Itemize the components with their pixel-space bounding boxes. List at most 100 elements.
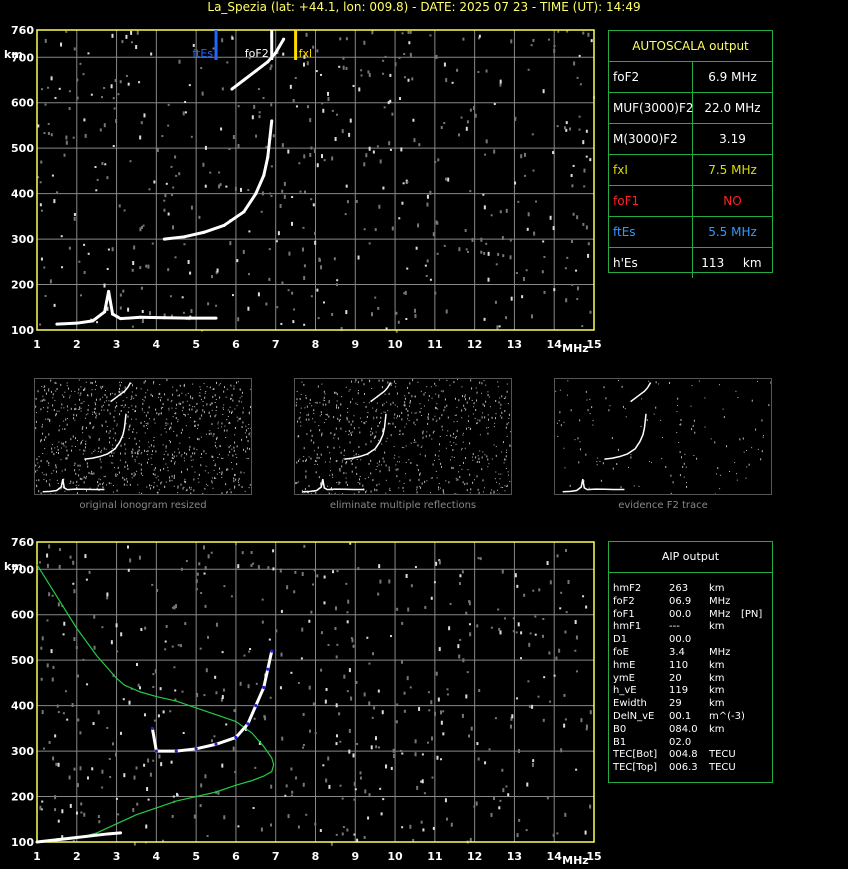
noise-dot [122,289,125,293]
noise-dot [316,463,318,465]
noise-dot [206,835,209,838]
noise-dot [73,464,75,466]
noise-dot [99,128,102,132]
noise-dot [134,410,136,412]
noise-dot [336,393,338,396]
noise-dot [373,706,376,710]
noise-dot [45,436,47,439]
autoscala-key: foF2 [609,62,693,92]
noise-dot [214,463,216,465]
noise-dot [388,423,390,425]
noise-dot [385,464,387,467]
noise-dot [312,418,314,420]
noise-dot [35,412,37,414]
noise-dot [90,381,92,384]
noise-dot [154,473,156,476]
noise-dot [683,476,685,478]
noise-dot [78,469,80,471]
noise-dot [227,415,229,417]
noise-dot [609,405,611,407]
noise-dot [165,424,167,426]
noise-dot [127,464,129,467]
noise-dot [462,441,464,443]
noise-dot [328,400,330,402]
noise-dot [292,98,295,102]
data-point [262,685,266,690]
noise-dot [407,78,410,82]
noise-dot [231,462,233,464]
aip-panel: AIP output hmF2 263 km foF2 06.9 MHz foF1 00.0 M… [608,541,773,783]
noise-dot [151,454,153,456]
noise-dot [438,489,440,491]
noise-dot [589,804,592,809]
noise-dot [388,141,391,146]
noise-dot [495,446,497,448]
noise-dot [410,442,412,444]
noise-dot [167,470,169,472]
thumb-trace [604,413,647,460]
noise-dot [441,425,443,428]
noise-dot [377,689,380,693]
noise-dot [281,281,284,285]
noise-dot [226,491,228,494]
noise-dot [38,456,40,458]
noise-dot [212,388,214,390]
data-point [202,230,206,234]
noise-dot [139,686,142,690]
aip-value: 004.8 [669,749,698,761]
noise-dot [345,310,348,315]
noise-dot [301,489,303,491]
noise-dot [231,36,234,40]
noise-dot [135,442,137,445]
aip-value: 02.0 [669,736,692,748]
noise-dot [111,444,113,446]
noise-dot [86,776,89,780]
noise-dot [228,148,231,151]
noise-dot [578,461,580,464]
noise-dot [465,408,467,411]
noise-dot [448,481,450,484]
noise-dot [349,389,351,391]
noise-dot [108,432,110,434]
noise-dot [223,429,225,432]
noise-dot [127,467,129,470]
noise-dot [286,585,289,590]
noise-dot [379,159,382,164]
noise-dot [137,450,139,453]
noise-dot [367,412,369,414]
noise-dot [129,483,131,486]
noise-dot [209,403,211,406]
noise-dot [118,387,120,390]
noise-dot [74,469,76,472]
noise-dot [43,747,46,750]
noise-dot [116,489,118,492]
noise-dot [542,240,545,243]
noise-dot [537,695,540,698]
noise-dot [564,812,567,817]
noise-dot [189,445,191,448]
noise-dot [352,420,354,423]
noise-dot [113,491,115,493]
noise-dot [499,407,501,409]
noise-dot [350,431,352,434]
aip-profile-chart: 1 2 3 4 5 6 7 8 9 10 11 12 13 14 151002003004005006007… [4,536,602,867]
noise-dot [190,492,192,495]
noise-dot [202,492,204,494]
noise-dot [185,394,187,396]
noise-dot [309,118,312,123]
noise-dot [612,467,614,470]
noise-dot [341,129,344,134]
noise-dot [190,205,193,210]
noise-dot [477,488,479,491]
noise-dot [392,401,394,404]
noise-dot [198,481,200,483]
noise-dot [171,475,173,478]
noise-dot [78,379,80,381]
noise-dot [212,395,214,398]
noise-dot [204,604,207,608]
aip-value: 3.4 [669,646,685,658]
noise-dot [528,642,531,647]
noise-dot [363,422,365,424]
noise-dot [439,417,441,420]
noise-dot [459,464,461,466]
